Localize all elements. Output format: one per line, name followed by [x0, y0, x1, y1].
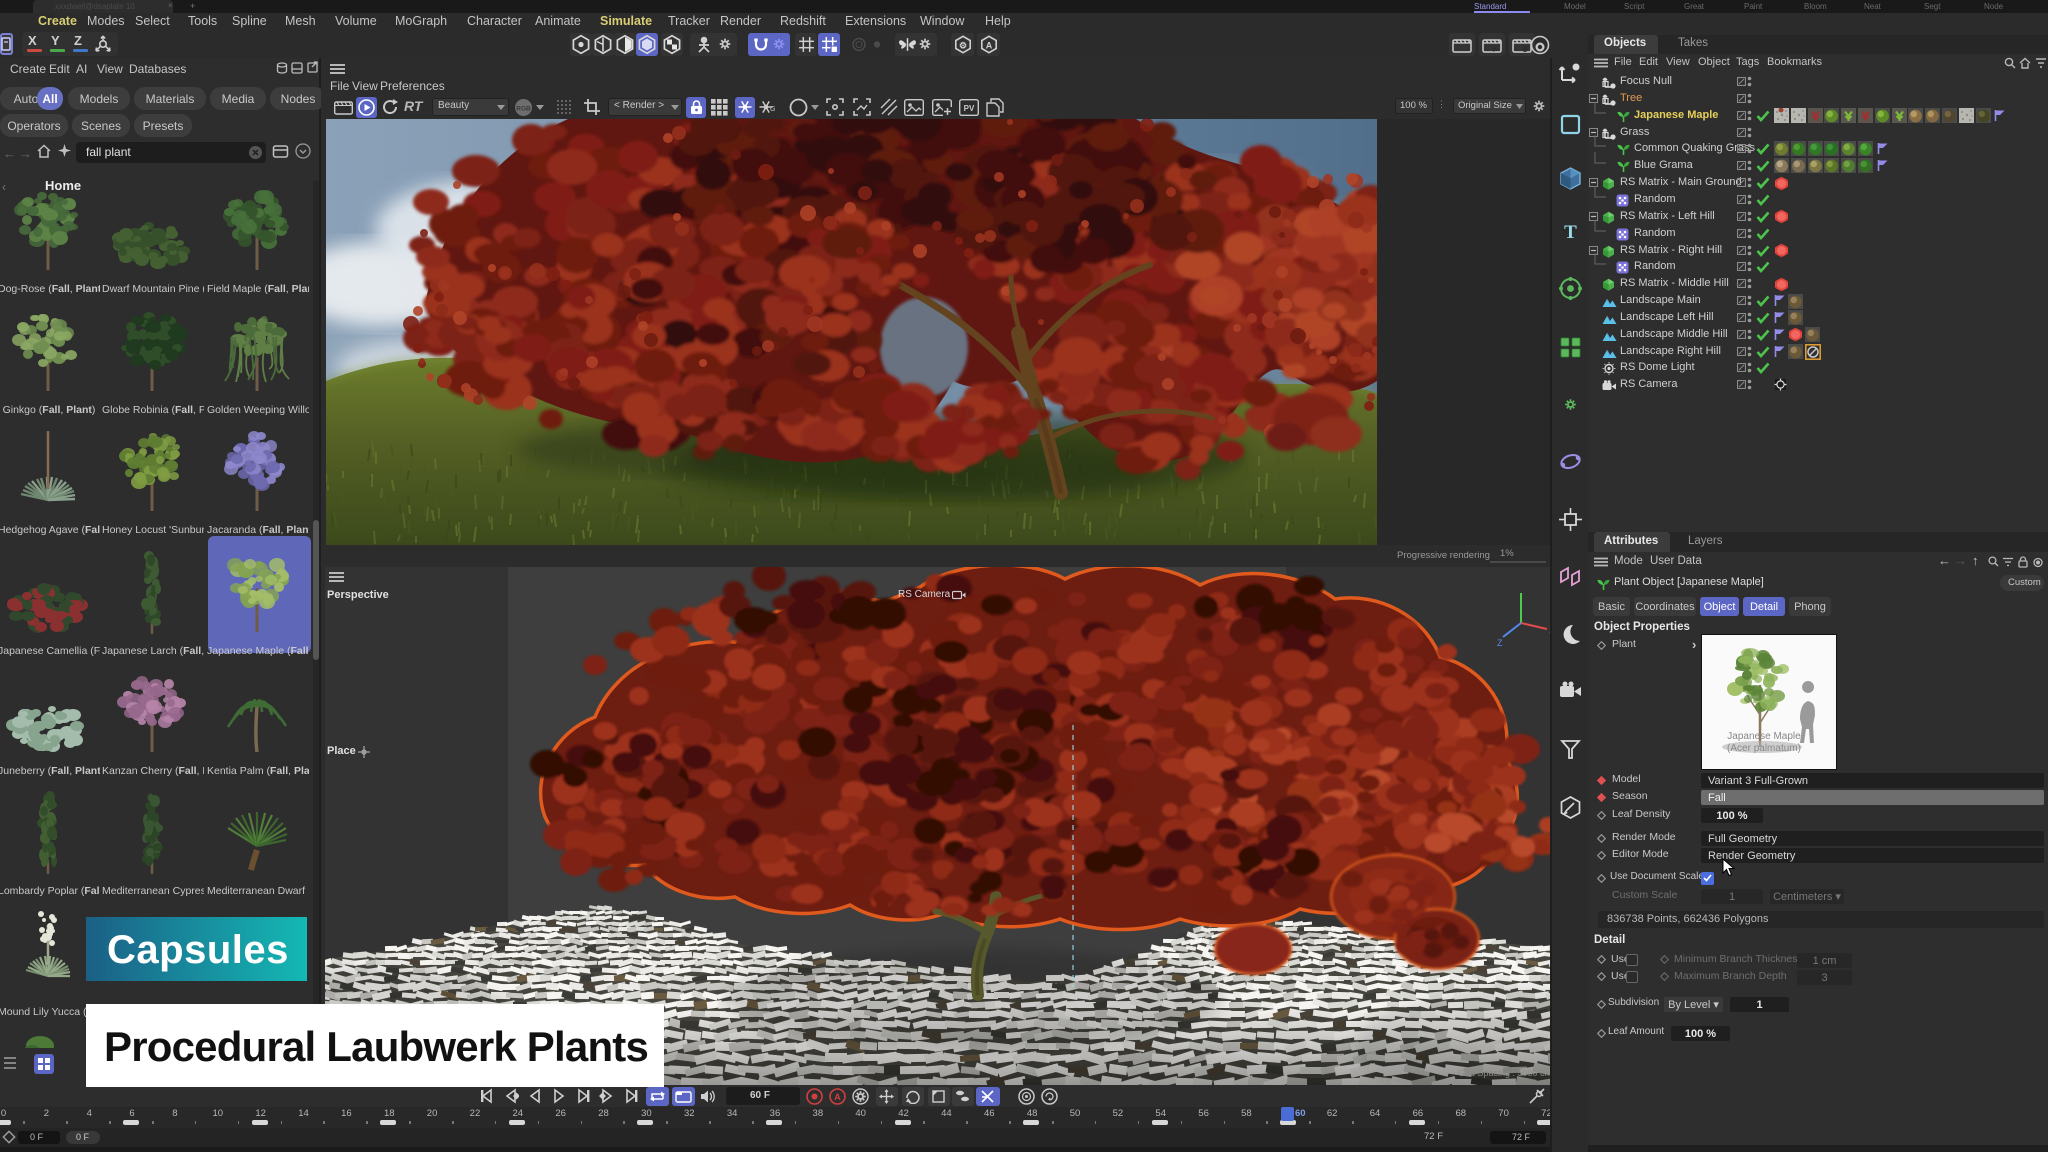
svg-text:A: A — [986, 41, 993, 51]
svg-text:⚙: ⚙ — [959, 41, 967, 51]
svg-text:A: A — [834, 1092, 841, 1102]
svg-text:T: T — [1564, 222, 1577, 243]
svg-text:Z: Z — [1497, 638, 1503, 648]
svg-text:RGB: RGB — [516, 106, 531, 113]
svg-text:PV: PV — [964, 104, 975, 113]
